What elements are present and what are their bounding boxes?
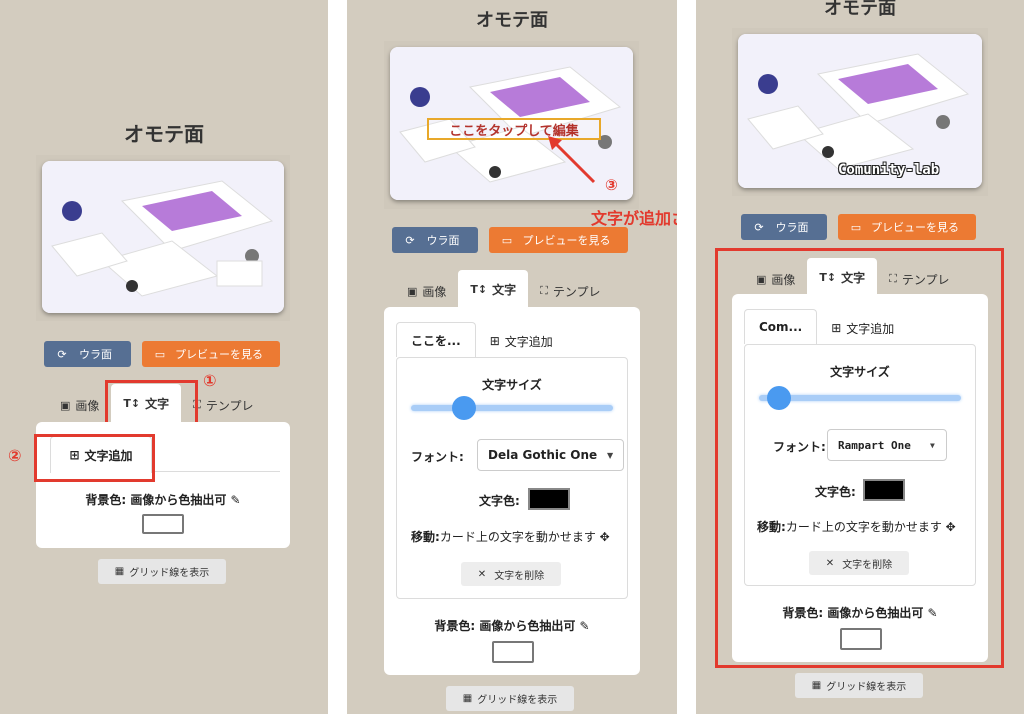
highlight-text-tab <box>105 380 198 427</box>
sync-icon: ⟳ <box>754 220 764 234</box>
add-text-button[interactable]: ⊞ 文字追加 <box>476 325 567 357</box>
bg-color-swatch[interactable] <box>492 641 534 663</box>
move-row: 移動:カード上の文字を動かせます ✥ <box>411 530 610 544</box>
page-title: オモテ面 <box>476 10 548 31</box>
show-grid-button[interactable]: ▦ グリッド線を表示 <box>446 686 574 711</box>
sync-icon: ⟳ <box>57 347 67 361</box>
preview-button[interactable]: ▭ プレビューを見る <box>838 214 976 240</box>
subtab-text-item[interactable]: ここを... <box>396 322 476 357</box>
font-size-label: 文字サイズ <box>482 378 542 392</box>
annotation-step-3: ③ <box>605 176 618 194</box>
panel-step-2: オモテ面 ここをタップして編集 ③ 文字が追加される ⟳ ウラ面 ▭ プレビュー… <box>347 0 677 714</box>
font-size-slider-handle[interactable] <box>452 396 476 420</box>
show-grid-button[interactable]: ▦ グリッド線を表示 <box>795 673 923 698</box>
text-item-tabs: ここを... ⊞ 文字追加 <box>396 322 567 357</box>
annotation-step-1: ① <box>203 371 217 390</box>
flip-side-button[interactable]: ⟳ ウラ面 <box>741 214 827 240</box>
tab-template[interactable]: ⛶ テンプレ <box>528 274 612 308</box>
panel-step-1: オモテ面 ⟳ ウラ面 ▭ プレビューを見る ▣ 画像 T↕ 文字 ⛶ テンプレ ① ⊞ <box>0 0 328 714</box>
tab-image[interactable]: ▣ 画像 <box>48 388 111 422</box>
tab-image[interactable]: ▣ 画像 <box>395 274 458 308</box>
highlight-add-text <box>34 434 155 482</box>
text-color-swatch[interactable] <box>528 488 570 510</box>
text-size-icon: T↕ <box>470 282 488 296</box>
delete-text-button[interactable]: ✕ 文字を削除 <box>461 562 561 586</box>
chevron-down-icon: ▼ <box>607 450 614 460</box>
close-icon: ✕ <box>477 568 487 580</box>
eyedropper-icon[interactable]: ✎ <box>580 619 590 633</box>
bg-color-swatch[interactable] <box>142 514 184 534</box>
panel-step-3: オモテ面 Comunity-lab ⟳ ウラ面 ▭ プレビューを見る ▣ 画像 T… <box>696 0 1024 714</box>
move-icon[interactable]: ✥ <box>600 530 610 544</box>
grid-icon: ▦ <box>114 566 125 577</box>
id-card-icon: ▭ <box>850 220 862 234</box>
arrow-icon <box>548 136 596 184</box>
text-settings: 文字サイズ フォント: Dela Gothic One ▼ 文字色: 移動:カード… <box>396 357 628 599</box>
grid-icon: ▦ <box>811 680 822 691</box>
id-card-icon: ▭ <box>501 233 513 247</box>
expand-icon: ⛶ <box>540 284 548 297</box>
font-size-slider-track[interactable] <box>411 405 613 411</box>
font-label: フォント: <box>411 450 464 464</box>
eyedropper-icon[interactable]: ✎ <box>231 493 241 507</box>
text-editor-panel: ここを... ⊞ 文字追加 文字サイズ フォント: Dela Gothic One… <box>384 307 640 675</box>
sync-icon: ⟳ <box>405 233 415 247</box>
font-select[interactable]: Dela Gothic One ▼ <box>477 439 624 471</box>
highlight-editor-panel <box>715 248 1004 668</box>
plus-square-icon: ⊞ <box>489 334 500 348</box>
preview-button[interactable]: ▭ プレビューを見る <box>142 341 280 367</box>
preview-button[interactable]: ▭ プレビューを見る <box>489 227 628 253</box>
show-grid-button[interactable]: ▦ グリッド線を表示 <box>98 559 226 584</box>
text-color-label: 文字色: <box>479 494 520 508</box>
page-title: オモテ面 <box>124 122 204 146</box>
page-title: オモテ面 <box>824 0 896 19</box>
flip-side-button[interactable]: ⟳ ウラ面 <box>44 341 131 367</box>
tab-text[interactable]: T↕ 文字 <box>458 270 529 308</box>
card-preview-image[interactable] <box>42 161 284 313</box>
image-icon: ▣ <box>60 398 71 412</box>
id-card-icon: ▭ <box>154 347 166 361</box>
image-icon: ▣ <box>407 284 418 298</box>
grid-icon: ▦ <box>462 693 473 704</box>
bg-color-label: 背景色: 画像から色抽出可 ✎ <box>85 493 241 507</box>
editor-tabs: ▣ 画像 T↕ 文字 ⛶ テンプレ <box>395 270 613 308</box>
text-overlay[interactable]: Comunity-lab <box>838 162 939 178</box>
annotation-step-2: ② <box>8 446 22 465</box>
bg-color-label: 背景色: 画像から色抽出可 ✎ <box>434 619 590 633</box>
flip-side-button[interactable]: ⟳ ウラ面 <box>392 227 478 253</box>
annotation-caption: 文字が追加される <box>591 209 677 228</box>
card-illustration <box>42 161 284 313</box>
